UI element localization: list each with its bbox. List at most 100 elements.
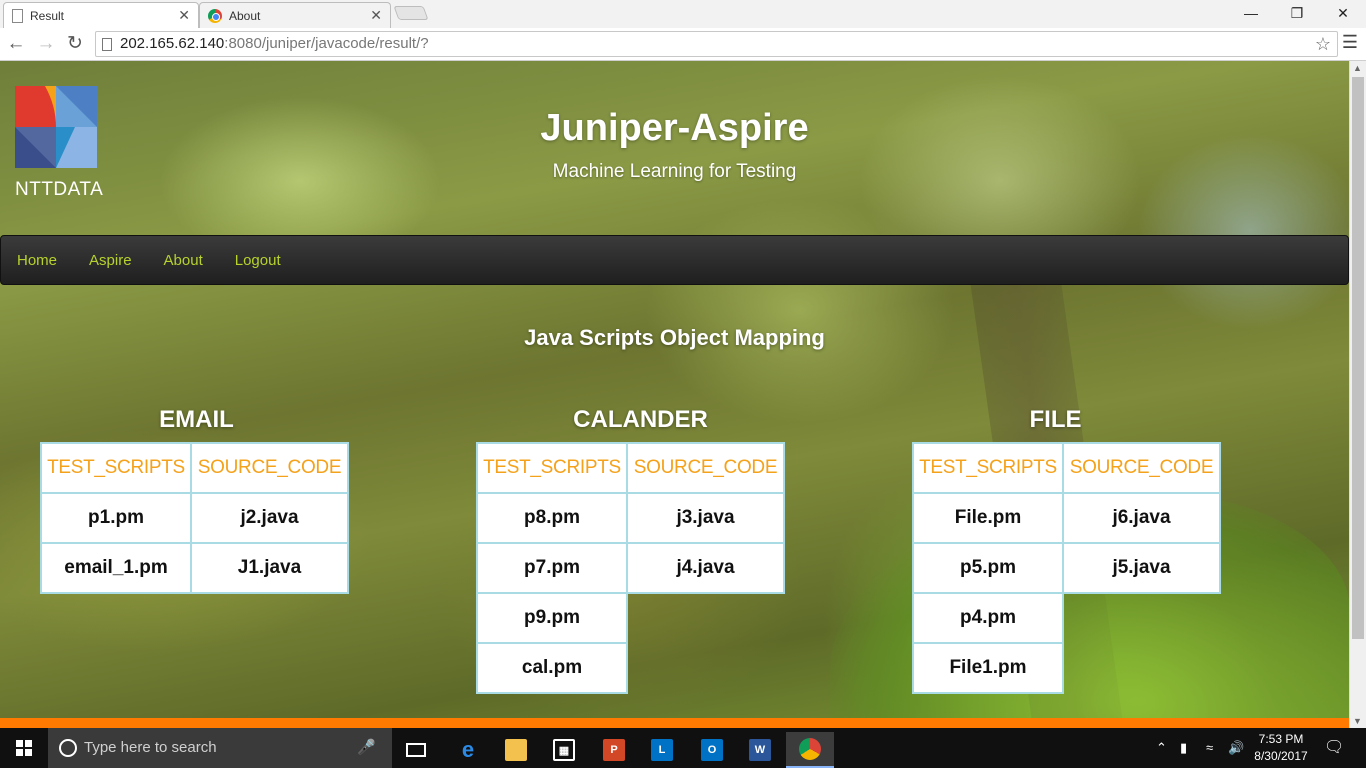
test-script-cell: p7.pm — [476, 542, 628, 594]
source-code-cell: j4.java — [626, 542, 785, 594]
empty-cell — [627, 593, 784, 643]
close-window-button[interactable]: ✕ — [1320, 0, 1366, 28]
table-row: p1.pm j2.java — [40, 492, 349, 544]
source-code-cell: j5.java — [1062, 542, 1221, 594]
column-header: SOURCE_CODE — [626, 442, 785, 494]
table-row: File.pm j6.java — [912, 492, 1221, 544]
empty-cell — [1063, 643, 1220, 693]
page-icon — [12, 8, 23, 23]
site-title: Juniper-Aspire — [540, 107, 809, 149]
close-tab-icon[interactable]: ✕ — [370, 7, 382, 24]
site-subtitle: Machine Learning for Testing — [552, 161, 797, 182]
empty-cell — [1063, 593, 1220, 643]
tab-result[interactable]: Result ✕ — [3, 2, 199, 28]
group-title-file: FILE — [1029, 406, 1082, 433]
chrome-menu-icon[interactable]: ☰ — [1342, 32, 1358, 53]
lync-icon[interactable]: L — [638, 732, 686, 768]
test-script-cell: p9.pm — [476, 592, 628, 644]
start-button[interactable] — [0, 728, 48, 768]
column-header: SOURCE_CODE — [1062, 442, 1221, 494]
file-explorer-icon[interactable] — [492, 732, 540, 768]
nav-logout[interactable]: Logout — [235, 252, 281, 269]
clock-date: 8/30/2017 — [1254, 749, 1308, 763]
scroll-up-arrow-icon[interactable]: ▲ — [1353, 63, 1362, 73]
main-nav: Home Aspire About Logout — [0, 235, 1349, 285]
section-title: Java Scripts Object Mapping — [524, 325, 825, 350]
clock-time: 7:53 PM — [1258, 732, 1304, 746]
table-header-row: TEST_SCRIPTS SOURCE_CODE — [40, 442, 349, 494]
nav-home[interactable]: Home — [17, 252, 57, 269]
test-script-cell: email_1.pm — [40, 542, 192, 594]
url-path: :8080/juniper/javacode/result/? — [224, 35, 429, 52]
column-header: TEST_SCRIPTS — [912, 442, 1064, 494]
table-row: p5.pm j5.java — [912, 542, 1221, 594]
microphone-icon[interactable]: 🎤 — [357, 728, 376, 768]
tab-about[interactable]: About ✕ — [199, 2, 391, 28]
table-header-row: TEST_SCRIPTS SOURCE_CODE — [476, 442, 785, 494]
volume-icon[interactable]: 🔊 — [1228, 728, 1244, 768]
test-script-cell: cal.pm — [476, 642, 628, 694]
tab-title: About — [229, 8, 261, 23]
table-header-row: TEST_SCRIPTS SOURCE_CODE — [912, 442, 1221, 494]
system-clock[interactable]: 7:53 PM 8/30/2017 — [1250, 731, 1312, 765]
scroll-thumb[interactable] — [1352, 77, 1364, 639]
task-view-icon[interactable] — [392, 732, 440, 768]
chrome-icon — [208, 8, 222, 23]
powerpoint-icon[interactable]: P — [590, 732, 638, 768]
chrome-taskbar-icon[interactable] — [786, 732, 834, 768]
action-center-icon[interactable]: 🗨 — [1324, 728, 1344, 768]
page-scrollbar[interactable]: ▲ ▼ — [1349, 61, 1366, 728]
windows-taskbar: Type here to search 🎤 e ▦ P L O W ⌃ ▮ ≈ … — [0, 728, 1366, 768]
group-title-calander: CALANDER — [573, 406, 708, 433]
page-viewport: NTTDATA Juniper-Aspire Machine Learning … — [0, 61, 1349, 718]
new-tab-button[interactable] — [393, 6, 429, 20]
search-placeholder: Type here to search — [84, 739, 217, 756]
mapping-table-calander: TEST_SCRIPTS SOURCE_CODE p8.pm j3.java p… — [476, 442, 785, 694]
source-code-cell: J1.java — [190, 542, 349, 594]
close-tab-icon[interactable]: ✕ — [178, 7, 190, 24]
forward-button[interactable]: → — [34, 32, 58, 56]
page-icon — [102, 38, 112, 51]
test-script-cell: p1.pm — [40, 492, 192, 544]
wifi-icon[interactable]: ≈ — [1206, 728, 1213, 768]
table-row: p8.pm j3.java — [476, 492, 785, 544]
bookmark-star-icon[interactable]: ☆ — [1315, 32, 1331, 56]
test-script-cell: p8.pm — [476, 492, 628, 544]
mapping-table-email: TEST_SCRIPTS SOURCE_CODE p1.pm j2.java e… — [40, 442, 349, 594]
store-icon[interactable]: ▦ — [540, 732, 588, 768]
word-icon[interactable]: W — [736, 732, 784, 768]
scroll-down-arrow-icon[interactable]: ▼ — [1353, 716, 1362, 726]
source-code-cell: j2.java — [190, 492, 349, 544]
cortana-icon — [59, 739, 77, 757]
browser-toolbar: ← → ↻ 202.165.62.140:8080/juniper/javaco… — [0, 28, 1366, 61]
empty-cell — [627, 643, 784, 693]
reload-button[interactable]: ↻ — [63, 32, 87, 56]
restore-button[interactable]: ❐ — [1274, 0, 1320, 28]
table-row: p7.pm j4.java — [476, 542, 785, 594]
table-row: email_1.pm J1.java — [40, 542, 349, 594]
minimize-button[interactable]: — — [1228, 0, 1274, 28]
taskbar-search-box[interactable]: Type here to search 🎤 — [48, 728, 392, 768]
edge-icon[interactable]: e — [444, 732, 492, 768]
source-code-cell: j6.java — [1062, 492, 1221, 544]
battery-icon[interactable]: ▮ — [1180, 728, 1187, 768]
table-row: p9.pm — [476, 592, 784, 644]
mapping-table-file: TEST_SCRIPTS SOURCE_CODE File.pm j6.java… — [912, 442, 1221, 694]
test-script-cell: p4.pm — [912, 592, 1064, 644]
test-script-cell: File1.pm — [912, 642, 1064, 694]
tab-title: Result — [30, 8, 65, 23]
source-code-cell: j3.java — [626, 492, 785, 544]
nav-about[interactable]: About — [164, 252, 203, 269]
address-bar[interactable]: 202.165.62.140:8080/juniper/javacode/res… — [95, 31, 1338, 57]
group-title-email: EMAIL — [159, 406, 234, 433]
table-row: cal.pm — [476, 642, 784, 694]
table-row: File1.pm — [912, 642, 1220, 694]
back-button[interactable]: ← — [4, 32, 28, 56]
outlook-icon[interactable]: O — [688, 732, 736, 768]
column-header: TEST_SCRIPTS — [476, 442, 628, 494]
nav-aspire[interactable]: Aspire — [89, 252, 132, 269]
browser-tabstrip: Result ✕ About ✕ — ❐ ✕ — [0, 0, 1366, 28]
column-header: SOURCE_CODE — [190, 442, 349, 494]
test-script-cell: File.pm — [912, 492, 1064, 544]
show-hidden-icons[interactable]: ⌃ — [1156, 728, 1167, 768]
